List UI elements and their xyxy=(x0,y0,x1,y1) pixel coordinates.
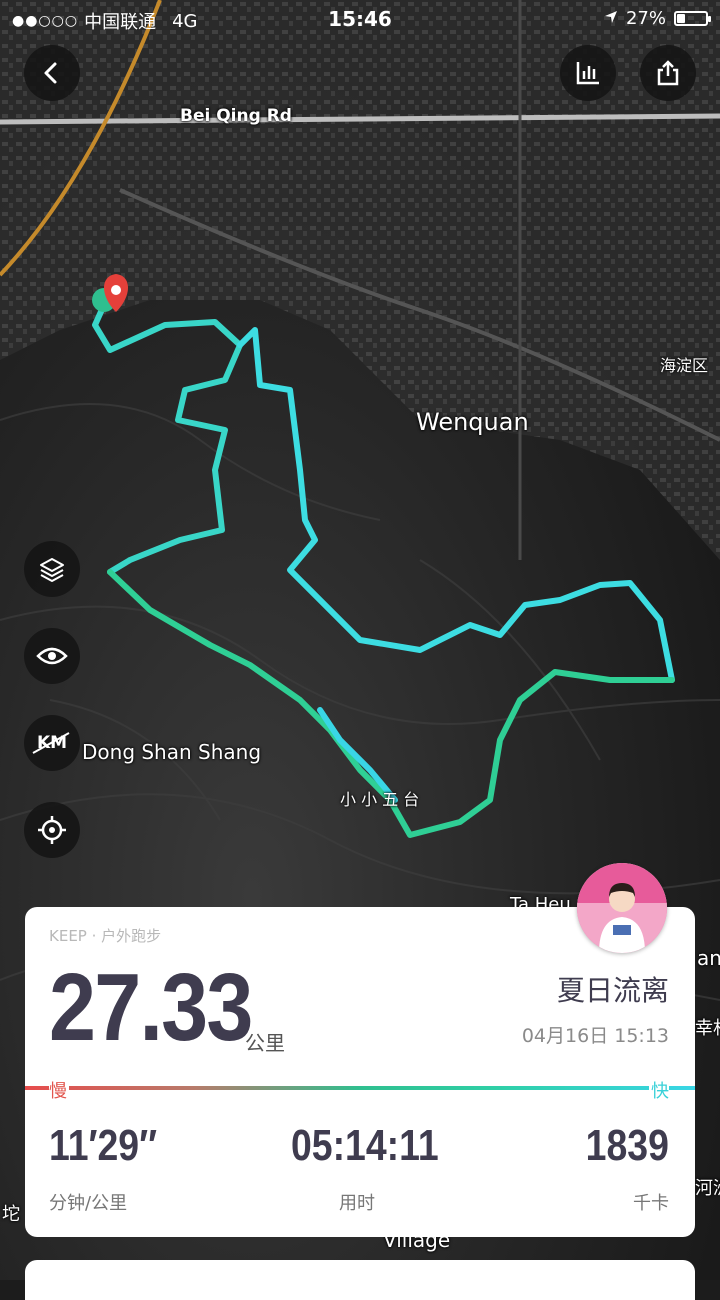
share-button[interactable] xyxy=(640,45,696,101)
activity-date: 04月16日 15:13 xyxy=(521,1025,669,1047)
locate-button[interactable] xyxy=(24,802,80,858)
pace-value: 11′29″ xyxy=(49,1121,158,1170)
run-summary-card[interactable]: KEEP · 户外跑步 27.33 公里 夏日流离 04月16日 15:13 慢… xyxy=(25,907,695,1237)
layers-icon xyxy=(40,558,64,582)
district-label: 海淀区 xyxy=(660,356,709,375)
battery-icon xyxy=(674,11,711,26)
distance-unit: 公里 xyxy=(245,1031,285,1055)
locate-icon xyxy=(38,816,66,844)
calories-label: 千卡 xyxy=(633,1193,669,1214)
edge-label-2: 幸村 xyxy=(695,1018,720,1039)
edge-label-4: 坨 xyxy=(2,1204,20,1225)
battery-percent: 27% xyxy=(625,8,666,29)
user-name: 夏日流离 xyxy=(556,974,669,1007)
bottom-card-peek xyxy=(25,1260,695,1300)
pace-label: 分钟/公里 xyxy=(49,1193,128,1214)
km-icon: KM xyxy=(32,732,70,754)
place-label-xiaoxiaowutai: 小 小 五 台 xyxy=(340,790,420,809)
fast-label: 快 xyxy=(649,1077,669,1103)
duration-value: 05:14:11 xyxy=(291,1121,439,1170)
chevron-left-icon xyxy=(44,62,57,84)
edge-label-3: 河洲 xyxy=(695,1178,720,1199)
road-label: Bei Qing Rd xyxy=(180,106,292,126)
status-bar: ●●○○○ 中国联通 4G 15:46 27% xyxy=(0,0,720,36)
activity-type-label: KEEP · 户外跑步 xyxy=(49,927,162,945)
duration-label: 用时 xyxy=(339,1193,375,1214)
stats-button[interactable] xyxy=(560,45,616,101)
avatar-photo xyxy=(577,863,667,953)
edge-label-1: any xyxy=(697,946,720,970)
slow-label: 慢 xyxy=(49,1077,69,1103)
share-icon xyxy=(657,60,679,86)
location-arrow-icon xyxy=(604,8,618,29)
bar-chart-icon xyxy=(576,62,599,85)
place-label-dongshanshang: Dong Shan Shang xyxy=(82,740,262,764)
visibility-button[interactable] xyxy=(24,628,80,684)
layers-button[interactable] xyxy=(24,541,80,597)
calories-value: 1839 xyxy=(585,1121,669,1170)
distance-value: 27.33 xyxy=(49,954,253,1061)
km-toggle-button[interactable]: KM xyxy=(24,715,80,771)
back-button[interactable] xyxy=(24,45,80,101)
pace-gradient-bar xyxy=(25,1086,695,1090)
avatar[interactable] xyxy=(577,863,667,953)
area-label-wenquan: Wenquan xyxy=(416,408,529,436)
eye-icon xyxy=(36,647,68,665)
